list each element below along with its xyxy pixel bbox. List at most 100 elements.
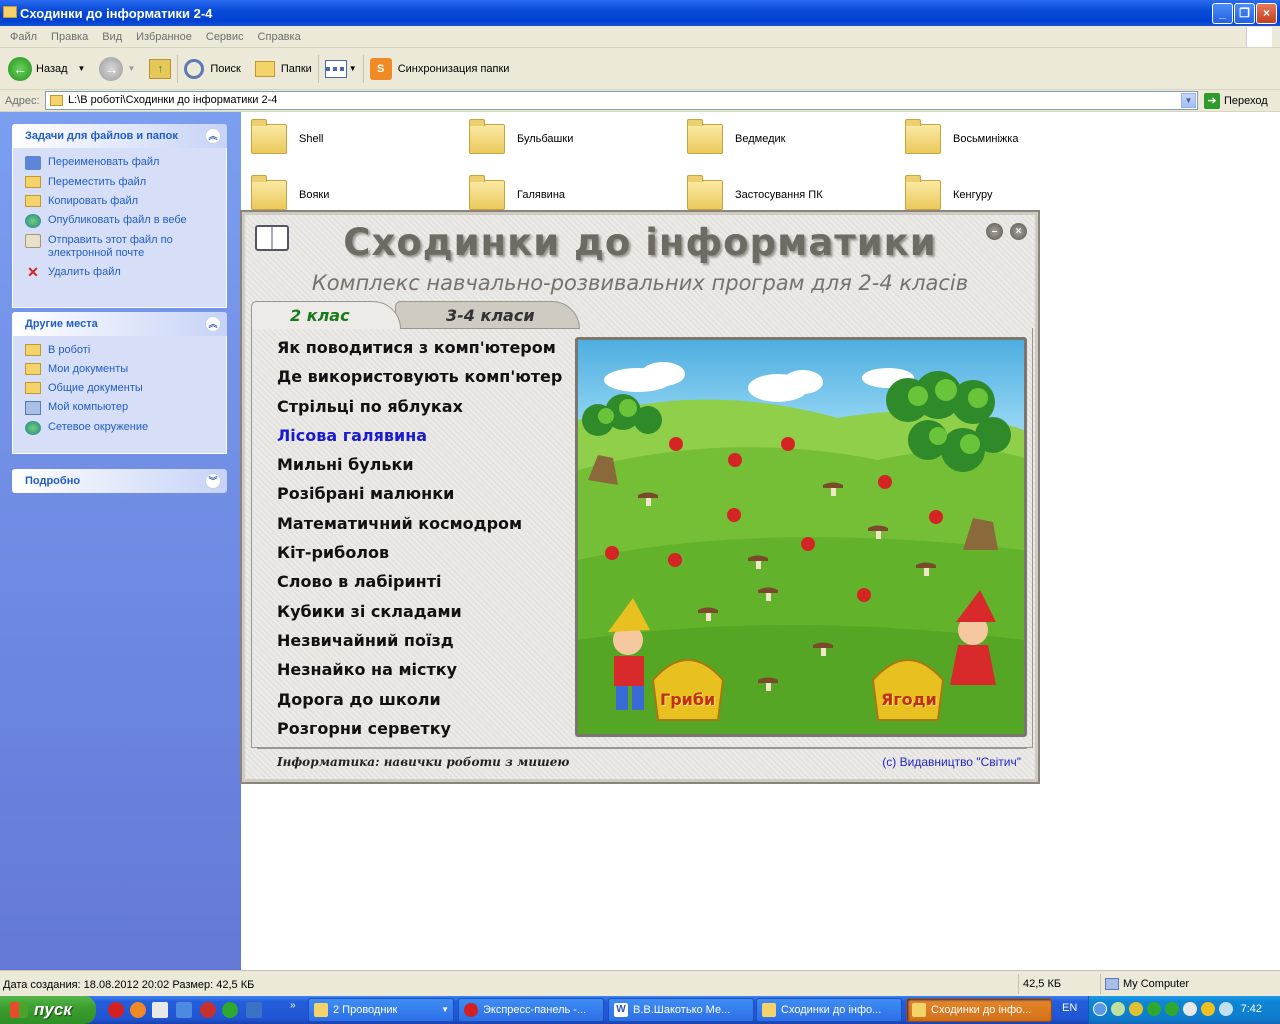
- back-button[interactable]: ← Назад ▼: [8, 56, 86, 81]
- language-indicator[interactable]: EN: [1062, 1002, 1077, 1014]
- my-documents-icon: [25, 363, 41, 375]
- menu-file[interactable]: Файл: [10, 31, 37, 43]
- search-button[interactable]: Поиск: [184, 58, 241, 79]
- taskbar-item-app-2[interactable]: Сходинки до інфо...: [906, 998, 1052, 1022]
- program-item[interactable]: Незнайко на містку: [277, 655, 562, 684]
- app-title: Сходинки до інформатики: [343, 221, 937, 264]
- program-item[interactable]: Стрільці по яблуках: [277, 392, 562, 421]
- file-tasks-header[interactable]: Задачи для файлов и папок ︽: [12, 124, 227, 148]
- folder-item[interactable]: Галявина: [469, 175, 565, 210]
- publisher-link[interactable]: (с) Видавництво "Світич": [882, 755, 1021, 769]
- email-file-link[interactable]: Отправить этот файл по электронной почте: [25, 234, 226, 260]
- ie-icon[interactable]: [246, 1002, 262, 1018]
- envelope-icon: [25, 234, 41, 248]
- menu-help[interactable]: Справка: [258, 31, 301, 43]
- forward-button[interactable]: → ▼: [93, 56, 135, 81]
- berries-basket-label[interactable]: Ягоди: [881, 690, 937, 709]
- utorrent-icon[interactable]: [222, 1002, 238, 1018]
- program-item[interactable]: Дорога до школи: [277, 685, 562, 714]
- tray-expand-icon[interactable]: [1093, 1002, 1107, 1016]
- utorrent-tray-icon[interactable]: [1147, 1002, 1161, 1016]
- notepad-icon[interactable]: [152, 1002, 168, 1018]
- program-item-active[interactable]: Лісова галявина: [277, 421, 562, 450]
- delete-file-link[interactable]: ✕ Удалить файл: [25, 265, 226, 280]
- app-close-button[interactable]: ×: [1010, 223, 1027, 240]
- security-shield-icon[interactable]: [1201, 1002, 1215, 1016]
- firefox-icon[interactable]: [130, 1002, 146, 1018]
- folder-item[interactable]: Shell: [251, 119, 323, 154]
- program-item[interactable]: Кіт-риболов: [277, 538, 562, 567]
- place-v-roboti[interactable]: В роботі: [25, 344, 226, 357]
- close-button[interactable]: ×: [1256, 3, 1277, 24]
- app-subtitle: Комплекс навчально-розвивальних програм …: [311, 271, 969, 295]
- folder-item[interactable]: Ведмедик: [687, 119, 785, 154]
- program-item[interactable]: Незвичайний поїзд: [277, 626, 562, 655]
- network-tray-icon[interactable]: [1111, 1002, 1125, 1016]
- place-my-documents[interactable]: Мои документы: [25, 363, 226, 376]
- folder-item[interactable]: Кенгуру: [905, 175, 992, 210]
- program-item[interactable]: Розібрані малюнки: [277, 479, 562, 508]
- address-dropdown-icon[interactable]: ▼: [1181, 93, 1196, 108]
- collapse-icon[interactable]: ︽: [205, 128, 221, 144]
- tray-app-icon[interactable]: [1219, 1002, 1233, 1016]
- folder-item[interactable]: Восьминіжка: [905, 119, 1018, 154]
- folder-item[interactable]: Бульбашки: [469, 119, 573, 154]
- program-item[interactable]: Кубики зі складами: [277, 597, 562, 626]
- clock[interactable]: 7:42: [1241, 1003, 1262, 1015]
- chevron-right-icon[interactable]: »: [290, 1000, 296, 1011]
- menu-tools[interactable]: Сервис: [206, 31, 244, 43]
- search-label: Поиск: [210, 62, 241, 75]
- minimize-button[interactable]: _: [1212, 3, 1233, 24]
- other-places-header[interactable]: Другие места ︽: [12, 312, 227, 336]
- menu-favorites[interactable]: Избранное: [136, 31, 192, 43]
- volume-icon[interactable]: [1183, 1002, 1197, 1016]
- tray-app-icon[interactable]: [1165, 1002, 1179, 1016]
- collapse-icon[interactable]: ︽: [205, 316, 221, 332]
- mushrooms-basket-label[interactable]: Гриби: [660, 690, 715, 709]
- program-item[interactable]: Розгорни серветку: [277, 714, 562, 743]
- place-shared-documents[interactable]: Общие документы: [25, 382, 226, 395]
- folder-item[interactable]: Застосування ПК: [687, 175, 823, 210]
- program-item[interactable]: Як поводитися з комп'ютером: [277, 333, 562, 362]
- sync-button[interactable]: S Синхронизация папки: [369, 57, 509, 80]
- chevron-down-icon[interactable]: ▼: [78, 64, 86, 73]
- app-minimize-button[interactable]: –: [986, 223, 1003, 240]
- start-button[interactable]: пуск: [0, 996, 96, 1024]
- address-path: L:\В роботі\Сходинки до інформатики 2-4: [68, 94, 278, 106]
- menu-view[interactable]: Вид: [102, 31, 122, 43]
- app-footer-caption: Інформатика: навички роботи з мишею: [277, 755, 570, 769]
- opera-icon[interactable]: [108, 1002, 124, 1018]
- tray-app-icon[interactable]: [1129, 1002, 1143, 1016]
- place-my-computer[interactable]: Мой компьютер: [25, 401, 226, 415]
- up-folder-button[interactable]: ↑: [143, 58, 172, 79]
- taskbar-item-word[interactable]: W В.В.Шакотько Ме...: [608, 998, 754, 1022]
- tab-grade-2[interactable]: 2 клас: [251, 301, 401, 329]
- windows-logo-icon: [1246, 27, 1272, 47]
- program-item[interactable]: Математичний космодром: [277, 509, 562, 538]
- documents-icon[interactable]: [176, 1002, 192, 1018]
- taskbar-item-explorer[interactable]: 2 Проводник ▼: [308, 998, 454, 1022]
- folder-item[interactable]: Вояки: [251, 175, 329, 210]
- move-file-link[interactable]: Переместить файл: [25, 176, 226, 189]
- program-item[interactable]: Мильні бульки: [277, 450, 562, 479]
- go-button[interactable]: ➔ Переход: [1204, 93, 1268, 109]
- copy-file-link[interactable]: Копировать файл: [25, 195, 226, 208]
- rename-file-link[interactable]: Переименовать файл: [25, 156, 226, 170]
- media-player-icon[interactable]: [200, 1002, 216, 1018]
- maximize-button[interactable]: ❐: [1234, 3, 1255, 24]
- views-button[interactable]: ▼: [324, 59, 357, 78]
- taskbar-item-app-1[interactable]: Сходинки до інфо...: [756, 998, 902, 1022]
- program-item[interactable]: Слово в лабіринті: [277, 567, 562, 596]
- publish-web-link[interactable]: Опубликовать файл в вебе: [25, 214, 226, 228]
- taskbar-item-opera[interactable]: Экспресс-панель -...: [458, 998, 604, 1022]
- window-titlebar[interactable]: Сходинки до інформатики 2-4 _ ❐ ×: [0, 0, 1280, 26]
- folders-button[interactable]: Папки: [254, 60, 312, 77]
- place-network[interactable]: Сетевое окружение: [25, 421, 226, 435]
- tab-grades-3-4[interactable]: 3-4 класи: [395, 301, 580, 329]
- address-input[interactable]: L:\В роботі\Сходинки до інформатики 2-4 …: [45, 91, 1198, 110]
- expand-icon[interactable]: ︾: [205, 473, 221, 489]
- folders-label: Папки: [280, 62, 312, 75]
- program-item[interactable]: Де використовують комп'ютер: [277, 362, 562, 391]
- details-header[interactable]: Подробно ︾: [12, 469, 227, 493]
- menu-edit[interactable]: Правка: [51, 31, 88, 43]
